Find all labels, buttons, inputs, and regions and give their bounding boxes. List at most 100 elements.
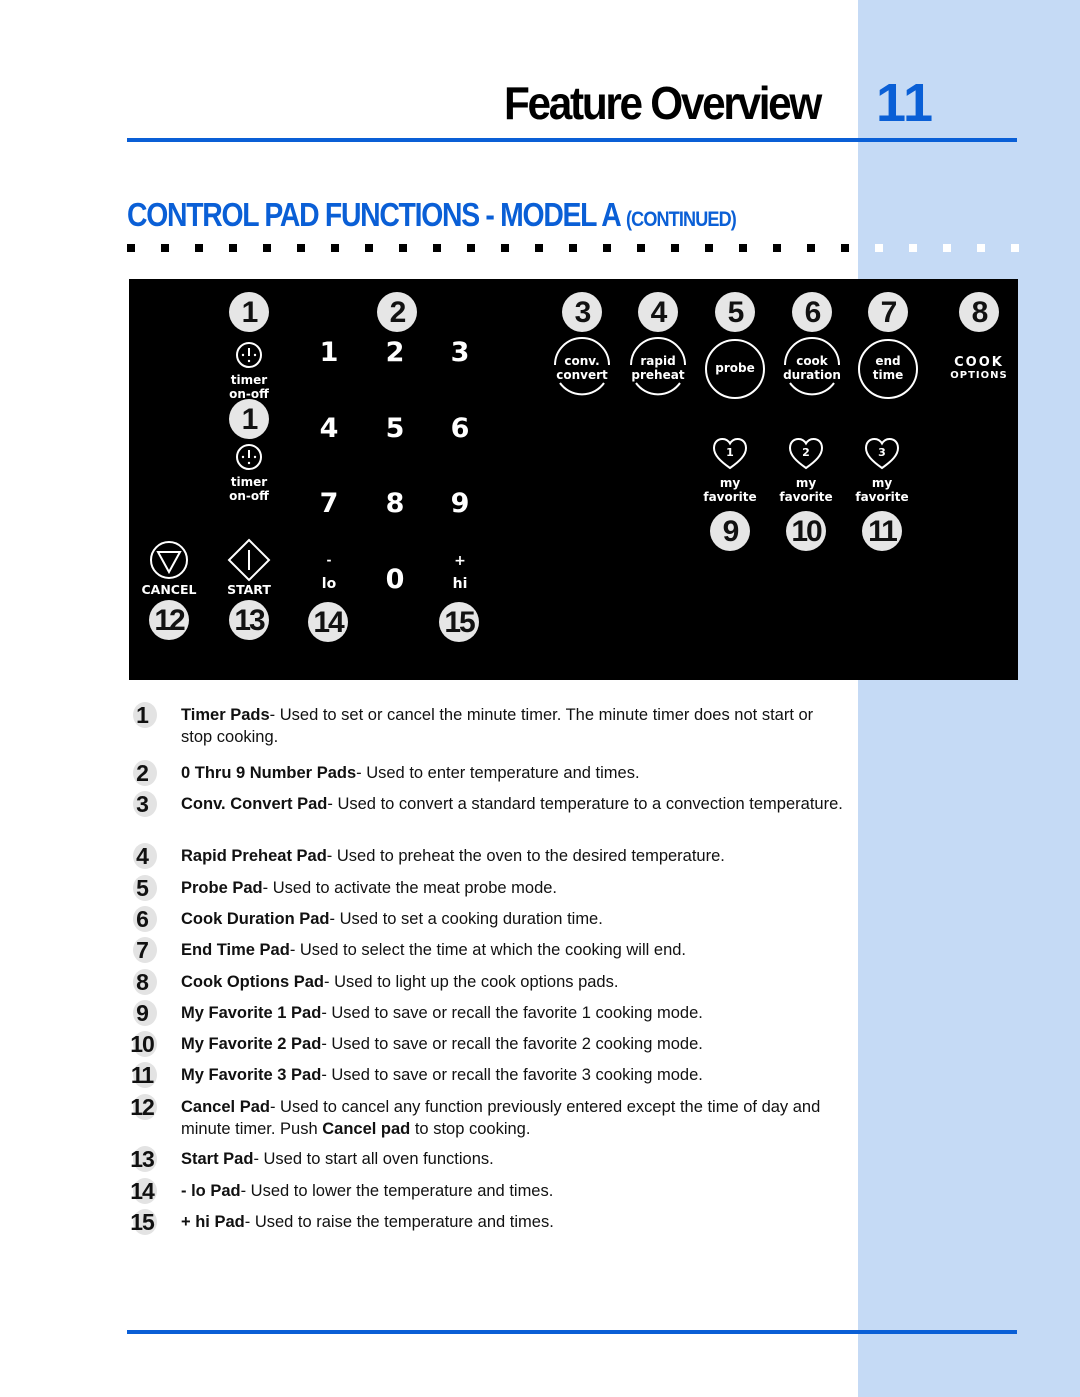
divider-dot	[535, 244, 543, 252]
cancel-triangle-icon[interactable]	[149, 540, 189, 580]
item-number: 3	[136, 791, 149, 817]
function-pad-0[interactable]: conv. convert	[547, 354, 617, 382]
heart-number: 3	[878, 446, 886, 459]
pad-label-line1: end	[875, 354, 901, 368]
header-rule	[127, 138, 1017, 142]
heart-icon[interactable]: 3	[864, 437, 900, 471]
hi-key[interactable]: hi	[440, 577, 480, 591]
item-number-badge: 12	[127, 1094, 157, 1120]
item-description: Start Pad- Used to start all oven functi…	[181, 1149, 846, 1171]
number-key-1[interactable]: 1	[314, 337, 344, 368]
item-description: My Favorite 2 Pad- Used to save or recal…	[181, 1034, 846, 1056]
pad-function-text: - Used to raise the temperature and time…	[244, 1213, 554, 1231]
cook-options-pad[interactable]: COOK OPTIONS	[934, 355, 1024, 382]
number-key-6[interactable]: 6	[445, 413, 475, 444]
pad-label-line1: rapid	[640, 354, 676, 368]
heart-icon[interactable]: 1	[712, 437, 748, 471]
divider-dot	[841, 244, 849, 252]
pad-label-line2: convert	[556, 368, 608, 382]
item-number: 13	[130, 1146, 155, 1172]
page-number: 11	[876, 73, 934, 133]
favorite-label-line2: favorite	[779, 490, 833, 504]
heart-number: 2	[802, 446, 810, 459]
pad-function-text: - Used to save or recall the favorite 2 …	[321, 1035, 703, 1053]
item-number-badge: 2	[127, 760, 157, 786]
item-number-badge: 7	[127, 937, 157, 963]
number-key-8[interactable]: 8	[380, 488, 410, 519]
item-number-badge: 1	[127, 702, 157, 728]
item-number: 7	[136, 937, 149, 963]
callout-badge: 13	[229, 600, 269, 640]
pad-function-text: - Used to lower the temperature and time…	[240, 1182, 554, 1200]
divider-dot	[501, 244, 509, 252]
item-number-badge: 10	[127, 1031, 157, 1057]
divider-dot	[603, 244, 611, 252]
number-key-5[interactable]: 5	[380, 413, 410, 444]
pad-name: Start Pad	[181, 1150, 254, 1168]
timer-pad-label: timer on-off	[219, 373, 279, 401]
pad-name: - lo Pad	[181, 1182, 241, 1200]
item-number-badge: 11	[127, 1062, 157, 1088]
pad-label-line1: conv.	[564, 354, 600, 368]
item-description: Probe Pad- Used to activate the meat pro…	[181, 878, 846, 900]
pad-function-text: - Used to save or recall the favorite 3 …	[321, 1066, 703, 1084]
favorite-pad-label: my favorite	[847, 476, 917, 504]
divider-dot	[229, 244, 237, 252]
favorite-pad-label: my favorite	[695, 476, 765, 504]
pad-name-inline: Cancel pad	[322, 1119, 411, 1138]
cook-options-line1: COOK	[954, 355, 1004, 370]
callout-badge: 8	[959, 292, 999, 332]
number-key-2[interactable]: 2	[380, 337, 410, 368]
callout-badge: 6	[792, 292, 832, 332]
item-description: Rapid Preheat Pad- Used to preheat the o…	[181, 846, 846, 868]
number-key-4[interactable]: 4	[314, 413, 344, 444]
item-description: - lo Pad- Used to lower the temperature …	[181, 1181, 846, 1203]
function-pad-1[interactable]: rapid preheat	[623, 354, 693, 382]
lo-key[interactable]: lo	[309, 577, 349, 591]
item-number-badge: 15	[127, 1209, 157, 1235]
divider-dot	[467, 244, 475, 252]
divider-dot	[739, 244, 747, 252]
item-number-badge: 14	[127, 1178, 157, 1204]
callout-badge: 9	[710, 511, 750, 551]
pad-name: My Favorite 3 Pad	[181, 1066, 322, 1084]
pad-label-line1: probe	[715, 361, 755, 375]
callout-badge: 14	[308, 602, 348, 642]
pad-function-text: to stop cooking.	[410, 1119, 531, 1138]
cook-options-line2: OPTIONS	[950, 370, 1008, 381]
divider-dot	[161, 244, 169, 252]
label-line: on-off	[229, 489, 269, 503]
divider-dot	[127, 244, 135, 252]
number-key-7[interactable]: 7	[314, 488, 344, 519]
item-number: 5	[136, 875, 149, 901]
item-number-badge: 4	[127, 843, 157, 869]
timer-pad-label: timer on-off	[219, 475, 279, 503]
divider-dot	[875, 244, 883, 252]
callout-badge: 10	[786, 511, 826, 551]
label-line: timer	[230, 373, 268, 387]
start-label: START	[227, 582, 271, 597]
number-key-0[interactable]: 0	[380, 564, 410, 595]
number-key-3[interactable]: 3	[445, 337, 475, 368]
pad-label-line2: duration	[783, 368, 841, 382]
function-pad-4[interactable]: end time	[853, 354, 923, 382]
item-number: 4	[136, 843, 149, 869]
heart-icon[interactable]: 2	[788, 437, 824, 471]
item-number: 14	[130, 1178, 155, 1204]
function-pad-2[interactable]: probe	[700, 361, 770, 375]
pad-name: 0 Thru 9 Number Pads	[181, 764, 357, 782]
item-number: 2	[136, 760, 149, 786]
start-diamond-icon[interactable]	[227, 538, 271, 582]
function-pad-3[interactable]: cook duration	[777, 354, 847, 382]
callout-badge: 11	[862, 511, 902, 551]
number-key-9[interactable]: 9	[445, 488, 475, 519]
item-number-badge: 13	[127, 1146, 157, 1172]
page-title: Feature Overview	[504, 77, 822, 129]
hi-sign: +	[454, 553, 466, 569]
favorite-label-line1: my	[719, 476, 741, 490]
pad-name: Rapid Preheat Pad	[181, 847, 327, 865]
divider-dot	[331, 244, 339, 252]
callout-badge: 4	[638, 292, 678, 332]
pad-function-text: - Used to save or recall the favorite 1 …	[321, 1004, 703, 1022]
pad-function-text: - Used to light up the cook options pads…	[324, 973, 619, 991]
